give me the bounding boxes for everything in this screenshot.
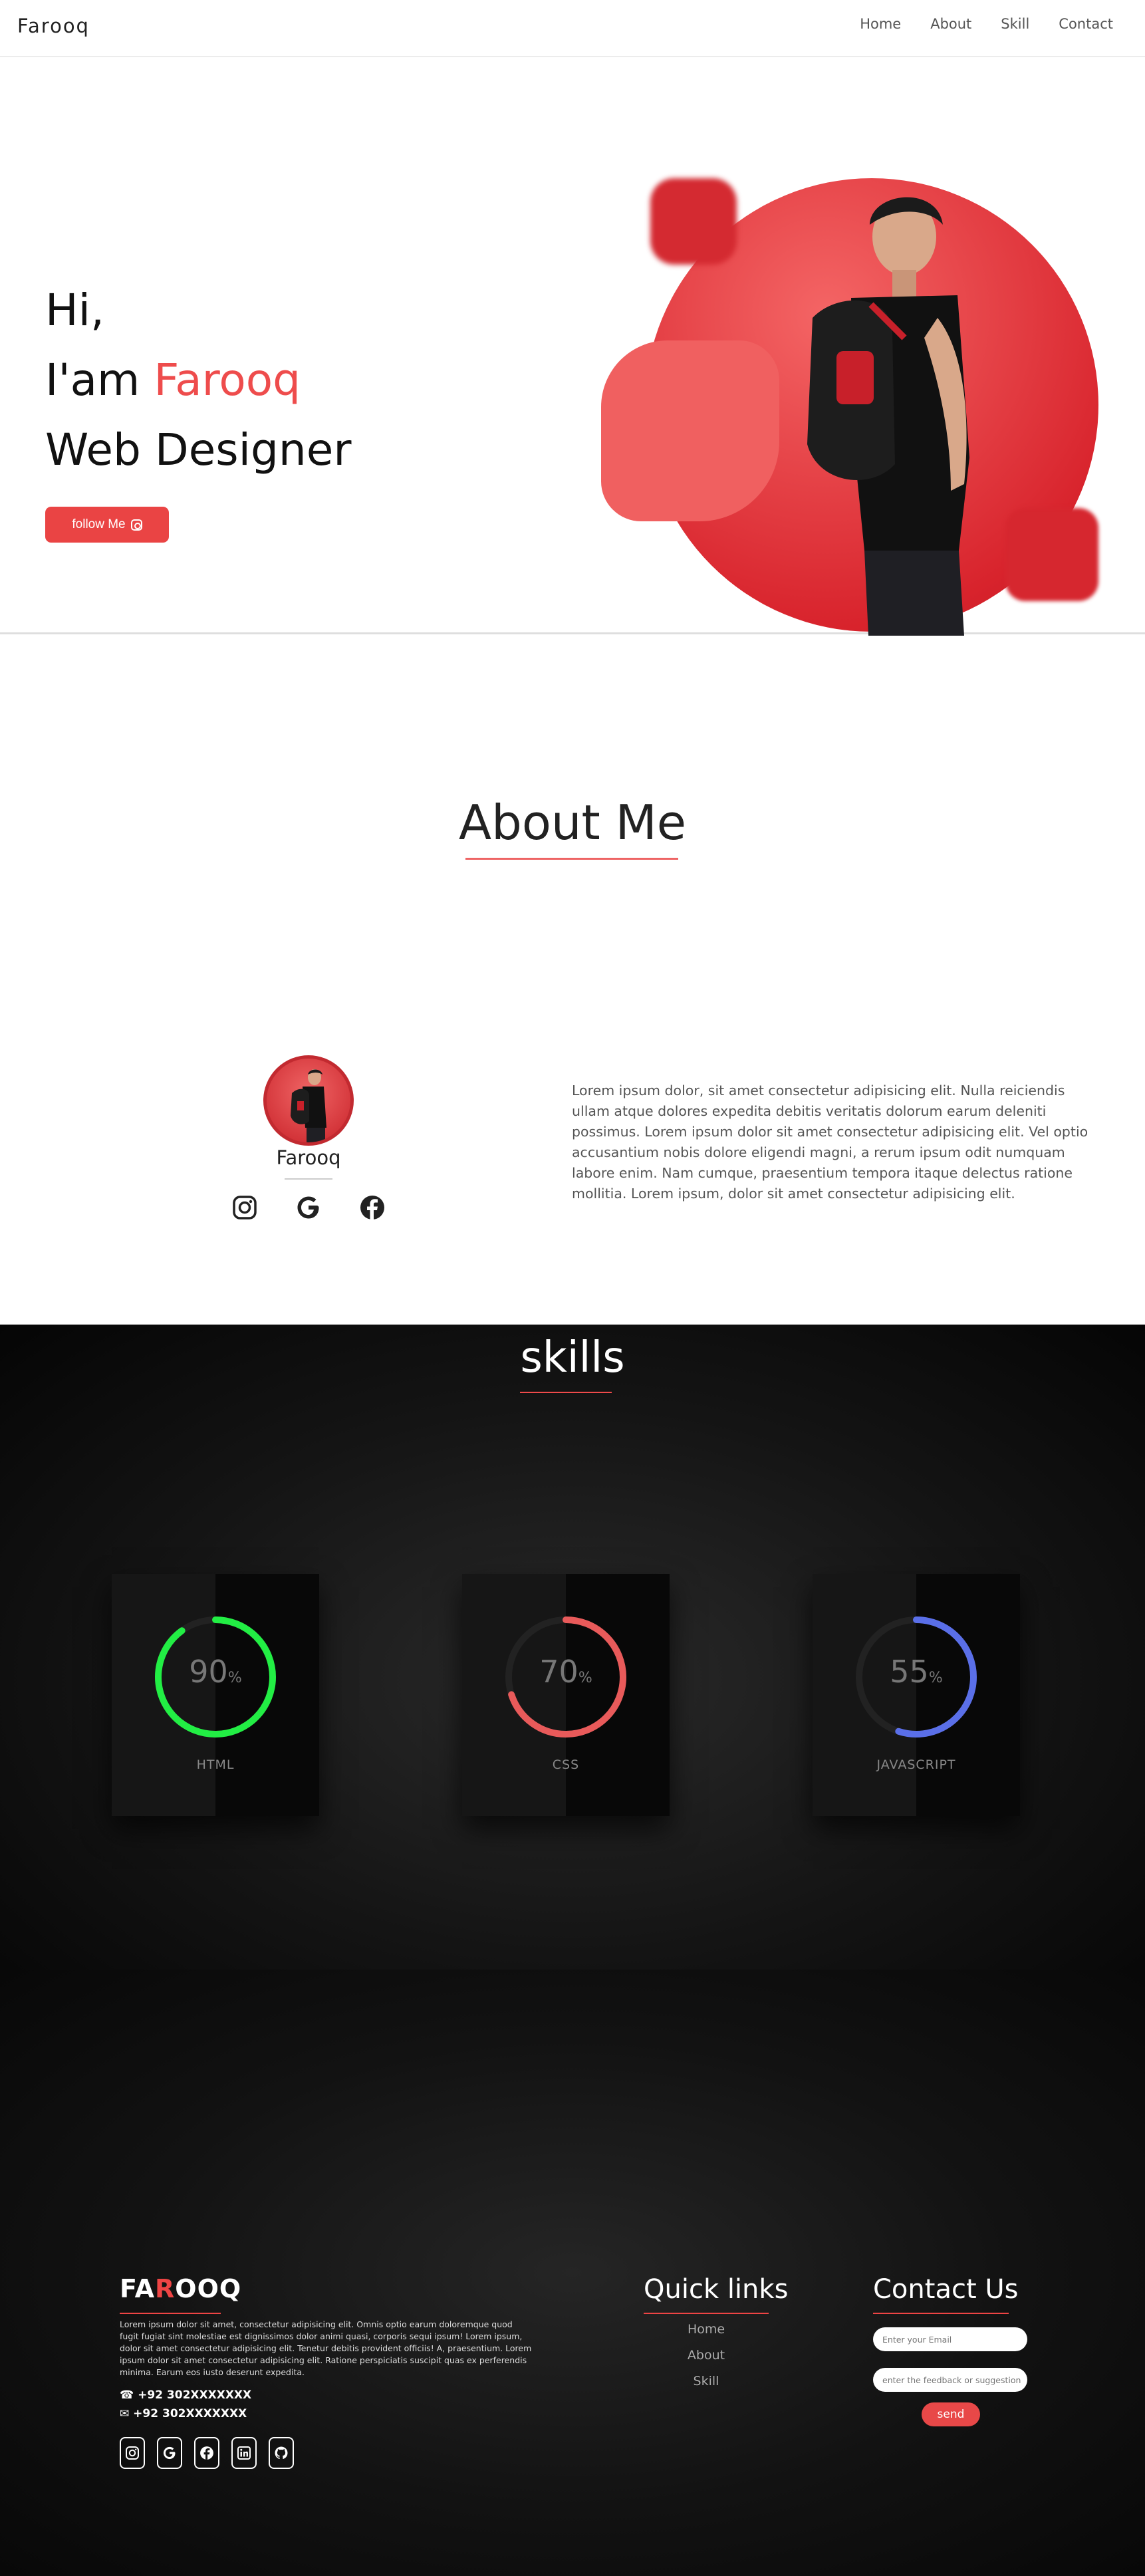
nav-link-contact[interactable]: Contact	[1059, 16, 1113, 32]
footer-brand-part: FA	[120, 2274, 156, 2303]
skills-title-underline	[520, 1392, 612, 1393]
skill-percent-value: 70	[539, 1654, 578, 1690]
skill-label: HTML	[196, 1757, 235, 1772]
about-avatar	[263, 1055, 354, 1146]
footer-phone-1: ☎ +92 302XXXXXXX	[120, 2388, 252, 2402]
hero-intro: I'am Farooq	[45, 354, 301, 406]
google-icon[interactable]	[157, 2437, 182, 2469]
follow-me-label: follow Me	[72, 517, 126, 531]
skill-label: JAVASCRIPT	[876, 1757, 956, 1772]
skill-card-css: 70% CSS	[462, 1574, 670, 1816]
send-button[interactable]: send	[922, 2402, 980, 2426]
hero-name: Farooq	[154, 354, 301, 406]
contact-underline	[873, 2313, 1009, 2314]
email-field[interactable]	[873, 2327, 1027, 2351]
phone-number: +92 302XXXXXXX	[138, 2388, 252, 2402]
hero-greeting: Hi,	[45, 285, 104, 336]
instagram-icon[interactable]	[120, 2437, 145, 2469]
skill-percent: 90%	[112, 1654, 319, 1690]
skill-percent: 70%	[462, 1654, 670, 1690]
footer-brand: FAROOQ	[120, 2274, 241, 2303]
footer-link-about[interactable]: About	[665, 2348, 747, 2374]
phone-number: +92 302XXXXXXX	[133, 2407, 247, 2420]
facebook-icon[interactable]	[194, 2437, 219, 2469]
about-name: Farooq	[276, 1146, 341, 1169]
navbar: Farooq Home About Skill Contact	[0, 0, 1145, 57]
nav-link-home[interactable]: Home	[860, 16, 901, 32]
footer-description: Lorem ipsum dolor sit amet, consectetur …	[120, 2319, 532, 2377]
about-title-underline	[465, 858, 678, 860]
skill-label: CSS	[552, 1757, 580, 1772]
skill-card-html: 90% HTML	[112, 1574, 319, 1816]
footer	[0, 1970, 1145, 2576]
footer-brand-underline	[120, 2313, 221, 2314]
footer-brand-part: OOQ	[175, 2274, 242, 2303]
skill-percent-unit: %	[227, 1670, 242, 1686]
about-divider	[285, 1178, 332, 1180]
hero-blob-right	[1005, 508, 1098, 601]
footer-brand-accent: R	[155, 2274, 176, 2303]
hero-intro-prefix: I'am	[45, 354, 154, 406]
nav-link-about[interactable]: About	[930, 16, 971, 32]
facebook-icon[interactable]	[359, 1194, 386, 1221]
skills-title: skills	[520, 1333, 625, 1382]
linkedin-icon[interactable]	[231, 2437, 257, 2469]
follow-me-button[interactable]: follow Me	[45, 507, 169, 543]
footer-link-home[interactable]: Home	[665, 2322, 747, 2348]
feedback-field[interactable]	[873, 2368, 1027, 2392]
hero-blob-top	[650, 178, 737, 265]
brand-logo[interactable]: Farooq	[17, 15, 90, 37]
instagram-icon[interactable]	[231, 1194, 258, 1221]
footer-link-skill[interactable]: Skill	[665, 2374, 747, 2400]
quick-links-list: Home About Skill	[665, 2322, 747, 2400]
quick-links-title: Quick links	[644, 2274, 789, 2305]
skill-card-javascript: 55% JAVASCRIPT	[813, 1574, 1020, 1816]
skill-percent-unit: %	[928, 1670, 943, 1686]
instagram-icon	[130, 519, 142, 531]
hero-section: Hi, I'am Farooq Web Designer follow Me	[0, 59, 1145, 636]
skill-percent: 55%	[813, 1654, 1020, 1690]
skill-percent-value: 90	[189, 1654, 228, 1690]
about-social-links	[231, 1194, 386, 1221]
github-icon[interactable]	[269, 2437, 294, 2469]
quick-links-underline	[644, 2313, 769, 2314]
google-icon[interactable]	[295, 1194, 322, 1221]
about-title: About Me	[458, 795, 687, 850]
about-description: Lorem ipsum dolor, sit amet consectetur …	[572, 1083, 1088, 1202]
skill-percent-unit: %	[578, 1670, 592, 1686]
footer-phone-2: ✉ +92 302XXXXXXX	[120, 2407, 247, 2420]
footer-social-links	[120, 2437, 294, 2469]
skill-percent-value: 55	[890, 1654, 929, 1690]
contact-title: Contact Us	[873, 2274, 1019, 2305]
hero-portrait	[807, 197, 969, 636]
nav-link-skill[interactable]: Skill	[1001, 16, 1029, 32]
hero-role: Web Designer	[45, 424, 352, 475]
nav-links: Home About Skill Contact	[860, 16, 1113, 32]
